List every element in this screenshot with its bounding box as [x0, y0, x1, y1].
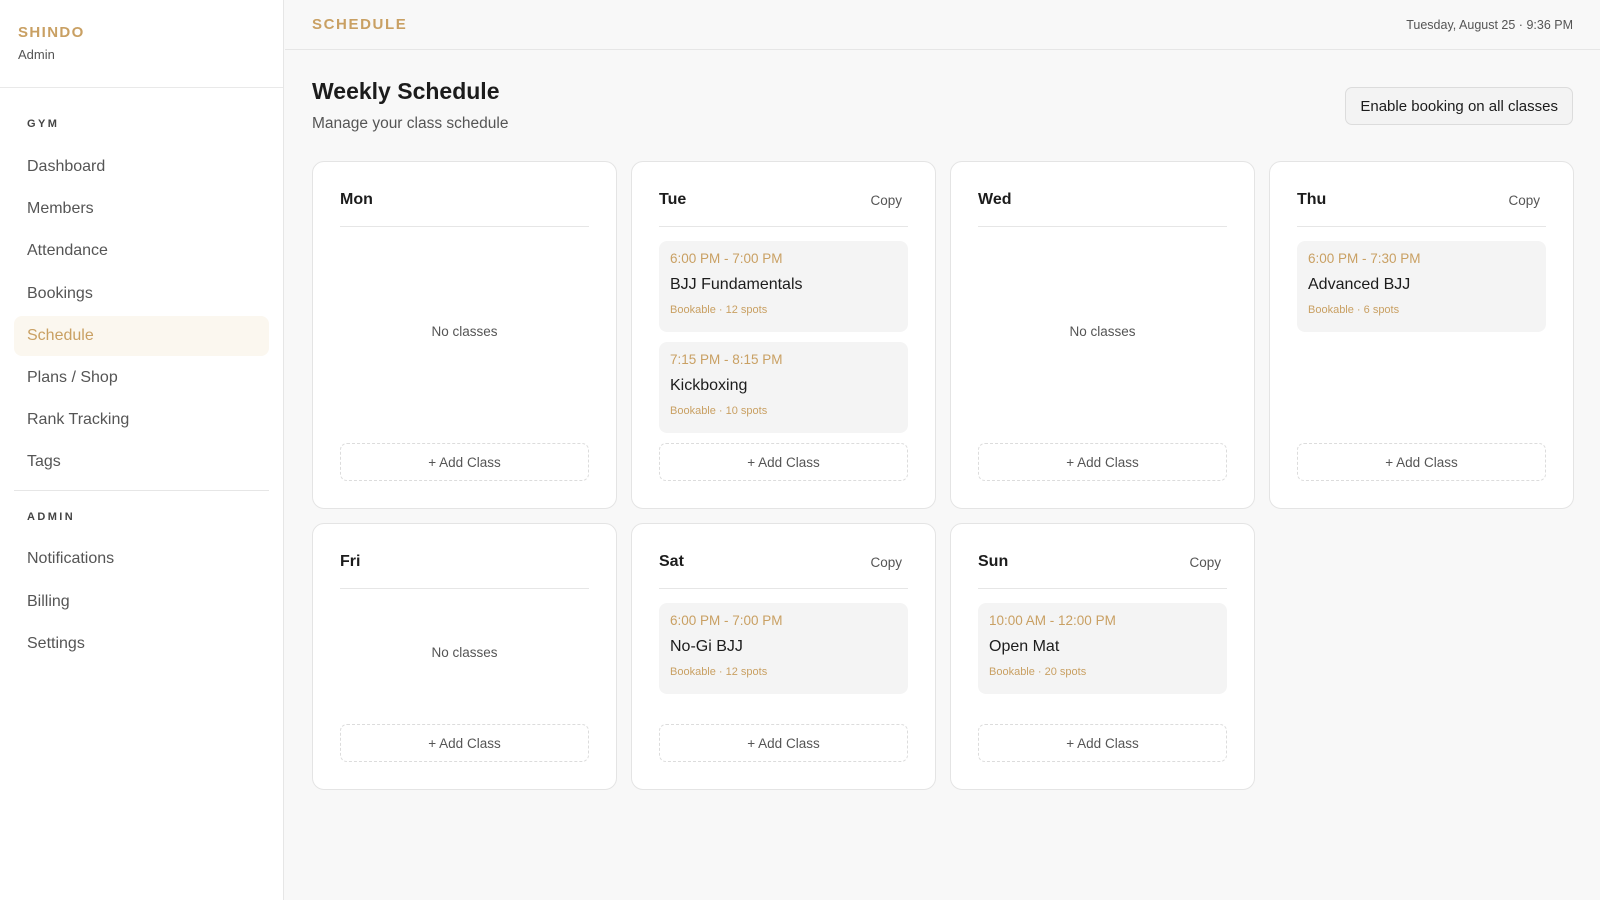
- header-title: SCHEDULE: [312, 16, 408, 33]
- add-class-button[interactable]: + Add Class: [659, 724, 908, 762]
- class-time: 6:00 PM - 7:00 PM: [670, 613, 783, 628]
- copy-day-button[interactable]: Copy: [864, 193, 908, 208]
- class-card[interactable]: 6:00 PM - 7:30 PM Advanced BJJ Bookable · …: [1297, 241, 1546, 332]
- day-card-mon: Mon No classes + Add Class: [312, 161, 617, 509]
- brand-name[interactable]: SHINDO: [18, 24, 265, 41]
- sidebar-item-tags[interactable]: Tags: [14, 442, 269, 482]
- class-meta: Bookable · 12 spots: [670, 304, 768, 316]
- sidebar-item-settings[interactable]: Settings: [14, 624, 269, 664]
- add-class-button[interactable]: + Add Class: [978, 724, 1227, 762]
- sidebar-item-attendance[interactable]: Attendance: [14, 231, 269, 271]
- sidebar-item-bookings[interactable]: Bookings: [14, 274, 269, 314]
- day-card-wed: Wed No classes + Add Class: [950, 161, 1255, 509]
- sidebar-item-dashboard[interactable]: Dashboard: [14, 147, 269, 187]
- brand-role: Admin: [18, 47, 55, 62]
- sidebar-item-notifications[interactable]: Notifications: [14, 539, 269, 579]
- day-name: Thu: [1297, 191, 1327, 208]
- add-class-button[interactable]: + Add Class: [978, 443, 1227, 481]
- class-card[interactable]: 6:00 PM - 7:00 PM No-Gi BJJ Bookable · 12 …: [659, 603, 908, 694]
- nav-divider: [14, 490, 269, 492]
- enable-booking-all-button[interactable]: Enable booking on all classes: [1345, 87, 1573, 125]
- day-header: Mon: [340, 188, 589, 227]
- class-name: BJJ Fundamentals: [670, 276, 803, 293]
- day-header: Wed: [978, 188, 1227, 227]
- class-meta: Bookable · 12 spots: [670, 666, 768, 678]
- class-meta: Bookable · 10 spots: [670, 405, 768, 417]
- copy-day-button[interactable]: Copy: [1502, 193, 1546, 208]
- week-grid: Mon No classes + Add Class Tue Copy 6:00 PM -…: [312, 161, 1574, 790]
- no-classes-text: No classes: [431, 645, 498, 660]
- class-time: 6:00 PM - 7:00 PM: [670, 251, 783, 266]
- add-class-button[interactable]: + Add Class: [340, 443, 589, 481]
- copy-day-button[interactable]: Copy: [864, 555, 908, 570]
- add-class-button[interactable]: + Add Class: [659, 443, 908, 481]
- day-header: Sat Copy: [659, 550, 908, 589]
- class-name: No-Gi BJJ: [670, 638, 743, 655]
- section-label-gym: GYM: [27, 118, 60, 130]
- day-header: Fri: [340, 550, 589, 589]
- topbar: SCHEDULE Tuesday, August 25 · 9:36 PM: [285, 0, 1600, 50]
- day-card-sun: Sun Copy 10:00 AM - 12:00 PM Open Mat Bookab…: [950, 523, 1255, 790]
- class-card[interactable]: 10:00 AM - 12:00 PM Open Mat Bookable · 20…: [978, 603, 1227, 694]
- day-name: Mon: [340, 191, 373, 208]
- class-card[interactable]: 6:00 PM - 7:00 PM BJJ Fundamentals Bookabl…: [659, 241, 908, 332]
- day-card-tue: Tue Copy 6:00 PM - 7:00 PM BJJ Fundamentals…: [631, 161, 936, 509]
- brand: SHINDO Admin: [0, 0, 283, 88]
- copy-day-button[interactable]: Copy: [1183, 555, 1227, 570]
- add-class-button[interactable]: + Add Class: [340, 724, 589, 762]
- day-card-thu: Thu Copy 6:00 PM - 7:30 PM Advanced BJJ Book…: [1269, 161, 1574, 509]
- main-content: Weekly Schedule Manage your class schedu…: [312, 50, 1574, 790]
- no-classes-text: No classes: [1069, 324, 1136, 339]
- day-name: Tue: [659, 191, 687, 208]
- class-name: Open Mat: [989, 638, 1060, 655]
- class-time: 6:00 PM - 7:30 PM: [1308, 251, 1421, 266]
- class-name: Kickboxing: [670, 377, 748, 394]
- class-card[interactable]: 7:15 PM - 8:15 PM Kickboxing Bookable · 10…: [659, 342, 908, 433]
- sidebar-item-billing[interactable]: Billing: [14, 582, 269, 622]
- day-name: Fri: [340, 553, 361, 570]
- class-time: 7:15 PM - 8:15 PM: [670, 352, 783, 367]
- sidebar-item-plans-shop[interactable]: Plans / Shop: [14, 358, 269, 398]
- class-meta: Bookable · 20 spots: [989, 666, 1087, 678]
- day-header: Thu Copy: [1297, 188, 1546, 227]
- sidebar-item-rank-tracking[interactable]: Rank Tracking: [14, 400, 269, 440]
- sidebar: SHINDO Admin GYM Dashboard Members Attenda…: [0, 0, 284, 900]
- day-name: Wed: [978, 191, 1012, 208]
- no-classes-text: No classes: [431, 324, 498, 339]
- sidebar-item-schedule[interactable]: Schedule: [14, 315, 269, 356]
- header-datetime: Tuesday, August 25 · 9:36 PM: [1406, 18, 1573, 32]
- class-meta: Bookable · 6 spots: [1308, 304, 1400, 316]
- day-header: Sun Copy: [978, 550, 1227, 589]
- sidebar-nav: GYM Dashboard Members Attendance Bookings Sc…: [0, 118, 283, 664]
- day-name: Sat: [659, 553, 684, 570]
- sidebar-item-members[interactable]: Members: [14, 189, 269, 229]
- class-name: Advanced BJJ: [1308, 276, 1411, 293]
- section-label-admin: ADMIN: [27, 511, 76, 524]
- class-time: 10:00 AM - 12:00 PM: [989, 613, 1116, 628]
- day-name: Sun: [978, 553, 1009, 570]
- day-header: Tue Copy: [659, 188, 908, 227]
- add-class-button[interactable]: + Add Class: [1297, 443, 1546, 481]
- day-card-fri: Fri No classes + Add Class: [312, 523, 617, 790]
- day-card-sat: Sat Copy 6:00 PM - 7:00 PM No-Gi BJJ Bookabl…: [631, 523, 936, 790]
